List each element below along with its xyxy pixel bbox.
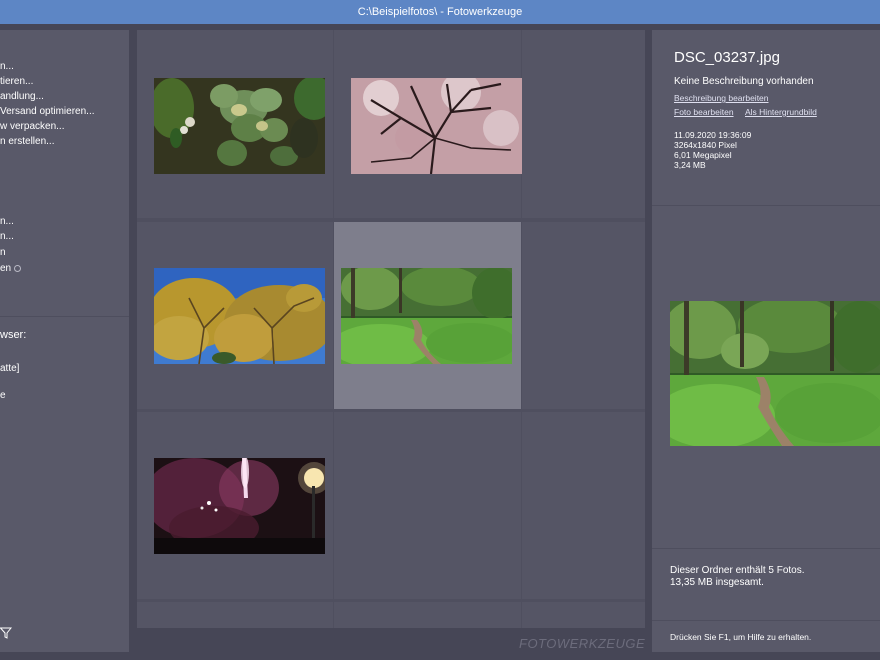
- thumbnail-cell-selected[interactable]: [334, 222, 521, 409]
- thumbnail-image: [154, 78, 325, 174]
- menu-item-9[interactable]: n: [0, 247, 6, 258]
- photo-dimensions: 3264x1840 Pixel: [674, 140, 737, 150]
- yellow-autumn-trees-photo: [154, 268, 325, 364]
- empty-cell: [522, 412, 645, 599]
- file-name: DSC_03237.jpg: [674, 49, 780, 66]
- menu-item-open[interactable]: n...: [0, 61, 14, 72]
- empty-cell: [334, 412, 521, 599]
- forest-path-photo: [341, 268, 512, 364]
- cherry-blossom-tree-photo: [351, 78, 522, 174]
- folder-summary-count: Dieser Ordner enthält 5 Fotos.: [670, 565, 805, 576]
- edit-photo-link[interactable]: Foto bearbeiten: [674, 107, 734, 117]
- menu-item-pack[interactable]: w verpacken...: [0, 121, 64, 132]
- details-divider: [652, 620, 880, 621]
- empty-cell: [334, 602, 521, 628]
- thumbnail-cell[interactable]: [137, 412, 333, 599]
- photo-description: Keine Beschreibung vorhanden: [674, 76, 814, 87]
- window-title: C:\Beispielfotos\ - Fotowerkzeuge: [357, 6, 523, 18]
- empty-cell: [522, 222, 645, 409]
- forest-path-preview-photo: [670, 301, 880, 446]
- browser-item-2[interactable]: e: [0, 390, 6, 401]
- menu-item-7[interactable]: n...: [0, 216, 14, 227]
- fireworks-night-photo: [154, 458, 325, 554]
- photo-date: 11.09.2020 19:36:09: [674, 130, 752, 140]
- folder-summary-size: 13,35 MB insgesamt.: [670, 577, 764, 588]
- thumbnail-cell[interactable]: [334, 30, 522, 218]
- thumbnail-grid: [137, 30, 645, 628]
- menu-item-optimize-send[interactable]: Versand optimieren...: [0, 106, 95, 117]
- browser-item-1[interactable]: atte]: [0, 363, 19, 374]
- menu-item-8[interactable]: n...: [0, 231, 14, 242]
- help-hint: Drücken Sie F1, um Hilfe zu erhalten.: [670, 632, 812, 642]
- thumbnail-cell[interactable]: [137, 222, 333, 409]
- edit-description-link[interactable]: Beschreibung bearbeiten: [674, 93, 769, 103]
- thumbnail-cell[interactable]: [137, 30, 333, 218]
- thumbnail-image: [154, 268, 325, 364]
- details-divider: [652, 548, 880, 549]
- photo-file-size: 3,24 MB: [674, 160, 706, 170]
- window-title-bar: C:\Beispielfotos\ - Fotowerkzeuge: [0, 0, 880, 24]
- hosta-leaves-photo: [154, 78, 325, 174]
- set-wallpaper-link[interactable]: Als Hintergrundbild: [745, 107, 817, 117]
- menu-item-10[interactable]: en: [0, 263, 11, 274]
- thumbnail-image: [341, 268, 512, 364]
- menu-item-batch[interactable]: andlung...: [0, 91, 44, 102]
- empty-cell: [522, 30, 645, 218]
- thumbnail-image: [154, 458, 325, 554]
- photo-megapixel: 6,01 Megapixel: [674, 150, 732, 160]
- menu-item-create[interactable]: n erstellen...: [0, 136, 54, 147]
- thumbnail-image: [351, 78, 522, 174]
- photo-preview[interactable]: [670, 301, 880, 446]
- filter-icon[interactable]: [0, 627, 12, 639]
- loading-spinner-icon: [14, 265, 21, 272]
- details-divider: [652, 205, 880, 206]
- empty-cell: [522, 602, 645, 628]
- left-panel-divider: [0, 316, 129, 317]
- empty-cell: [137, 602, 333, 628]
- app-watermark: FOTOWERKZEUGE: [519, 636, 646, 651]
- menu-item-rotate[interactable]: tieren...: [0, 76, 33, 87]
- browser-heading: wser:: [0, 329, 27, 341]
